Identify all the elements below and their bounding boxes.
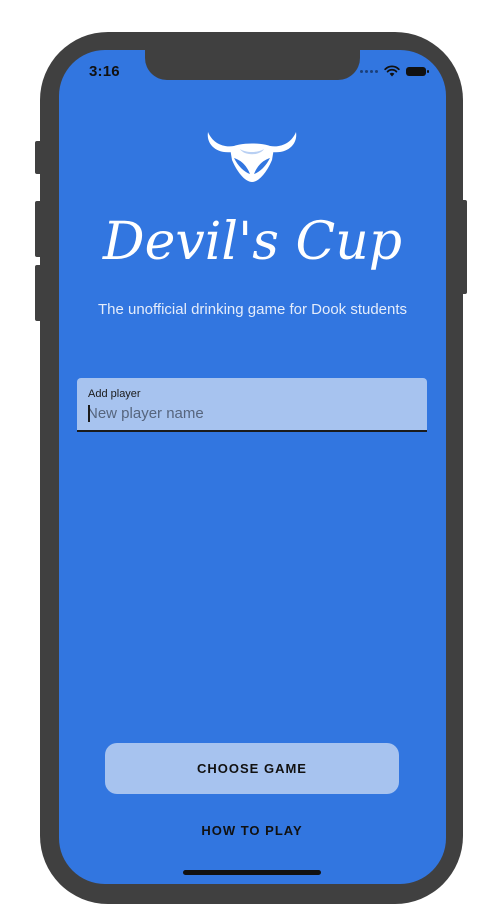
add-player-field[interactable]: Add player: [77, 378, 427, 432]
player-name-input[interactable]: [87, 402, 407, 424]
notch: [145, 50, 360, 80]
home-indicator: [183, 870, 321, 875]
status-icons: [360, 65, 429, 77]
battery-icon: [406, 66, 429, 76]
wifi-icon: [384, 65, 400, 77]
choose-game-button[interactable]: CHOOSE GAME: [105, 743, 399, 794]
status-time: 3:16: [89, 63, 120, 80]
devil-horns-logo: [207, 132, 297, 182]
add-player-label: Add player: [88, 388, 141, 400]
app-screen: 3:16 Devil's Cup The unofficial drinking…: [59, 50, 446, 884]
text-cursor: [88, 405, 90, 422]
app-title: Devil's Cup: [102, 212, 403, 272]
signal-dots-icon: [360, 69, 378, 73]
app-subtitle: The unofficial drinking game for Dook st…: [97, 301, 408, 318]
how-to-play-button[interactable]: HOW TO PLAY: [152, 818, 352, 842]
page: 3:16 Devil's Cup The unofficial drinking…: [0, 0, 500, 918]
